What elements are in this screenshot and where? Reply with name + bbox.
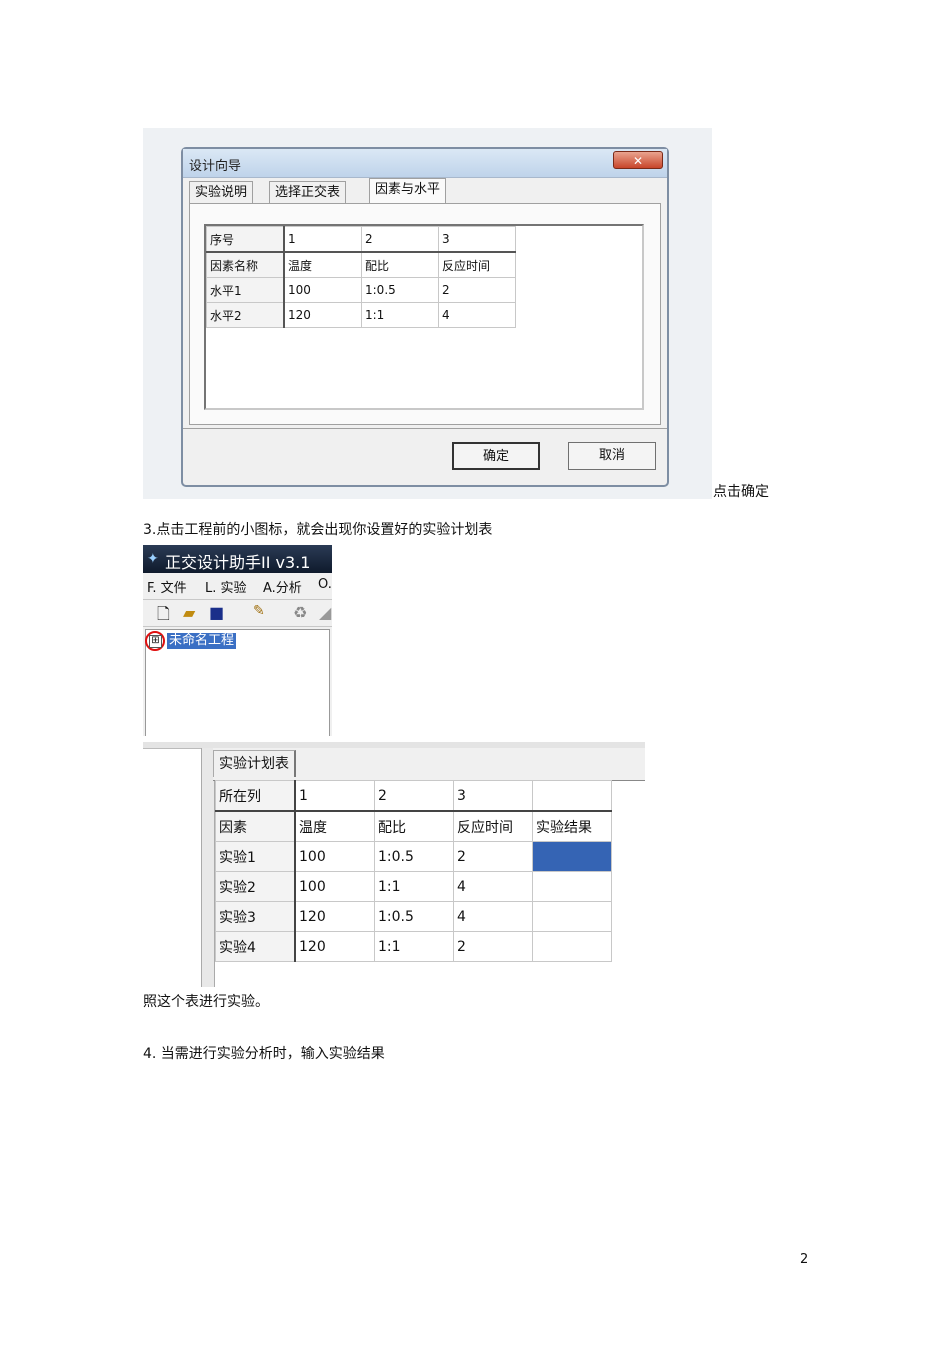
page-number: 2 <box>800 1252 809 1267</box>
plan-screenshot: 实验计划表 所在列 1 2 3 因素 温度 配比 反应时间 实验结果 实验1 1… <box>143 742 645 987</box>
tab-factors-and-levels[interactable]: 因素与水平 <box>369 178 447 203</box>
tab-select-orthogonal-table[interactable]: 选择正交表 <box>269 181 347 203</box>
grid-cell[interactable]: 1:1 <box>374 871 454 902</box>
grid-cell[interactable]: 水平2 <box>206 302 285 328</box>
grid-cell[interactable]: 温度 <box>283 251 362 278</box>
grid-cell[interactable]: 100 <box>294 871 375 902</box>
grid-cell[interactable]: 100 <box>294 841 375 872</box>
grid-cell[interactable]: 4 <box>453 871 533 902</box>
grid-cell[interactable]: 水平1 <box>206 277 285 303</box>
table-row: 实验4 120 1:1 2 <box>215 931 612 962</box>
dialog-titlebar[interactable]: 设计向导 ✕ <box>183 149 667 178</box>
close-button[interactable]: ✕ <box>613 151 663 169</box>
close-icon: ✕ <box>632 154 644 168</box>
grid-cell[interactable]: 4 <box>438 302 516 328</box>
menu-file[interactable]: F. 文件 <box>147 577 187 596</box>
app-logo-icon: ✦ <box>147 551 159 567</box>
grid-cell[interactable]: 实验1 <box>215 841 296 872</box>
grid-cell[interactable]: 实验2 <box>215 871 296 902</box>
app-title: 正交设计助手II v3.1 <box>165 553 311 572</box>
result-cell[interactable] <box>532 871 612 902</box>
grid-cell[interactable]: 2 <box>361 226 439 253</box>
table-row: 所在列 1 2 3 <box>215 780 612 812</box>
save-icon[interactable]: ■ <box>209 603 224 622</box>
table-row: 水平2 120 1:1 4 <box>206 302 516 328</box>
wizard-icon[interactable]: ✎ <box>253 603 265 619</box>
caption-follow-table: 照这个表进行实验。 <box>143 994 269 1010</box>
grid-cell[interactable]: 1:0.5 <box>374 841 454 872</box>
grid-cell[interactable]: 120 <box>294 931 375 962</box>
ok-button[interactable]: 确定 <box>452 442 540 470</box>
grid-cell[interactable]: 3 <box>453 780 533 812</box>
grid-cell[interactable]: 3 <box>438 226 516 253</box>
app-screenshot: ✦ 正交设计助手II v3.1 F. 文件 L. 实验 A.分析 O. 🗋 ▰ … <box>143 545 332 736</box>
grid-cell[interactable]: 配比 <box>374 810 454 842</box>
experiment-plan-table: 所在列 1 2 3 因素 温度 配比 反应时间 实验结果 实验1 100 1:0… <box>215 780 612 962</box>
grid-cell[interactable]: 所在列 <box>215 780 296 812</box>
menu-options[interactable]: O. <box>318 577 332 592</box>
grid-cell[interactable]: 2 <box>438 277 516 303</box>
grid-cell[interactable]: 1 <box>294 780 375 812</box>
grid-cell[interactable]: 120 <box>294 901 375 932</box>
table-row: 实验1 100 1:0.5 2 <box>215 841 612 872</box>
chart-icon[interactable]: ◢ <box>319 603 331 622</box>
design-wizard-dialog: 设计向导 ✕ 实验说明 选择正交表 因素与水平 序号 1 2 3 因素名称 温度… <box>181 147 669 487</box>
grid-cell[interactable]: 反应时间 <box>438 251 516 278</box>
step-4-text: 4. 当需进行实验分析时，输入实验结果 <box>143 1046 385 1062</box>
table-row: 水平1 100 1:0.5 2 <box>206 277 516 303</box>
wizard-screenshot: 设计向导 ✕ 实验说明 选择正交表 因素与水平 序号 1 2 3 因素名称 温度… <box>143 128 712 499</box>
table-row: 因素名称 温度 配比 反应时间 <box>206 251 516 278</box>
splitter-bar[interactable] <box>201 748 215 987</box>
factor-level-grid[interactable]: 序号 1 2 3 因素名称 温度 配比 反应时间 水平1 100 1:0.5 2… <box>204 224 644 410</box>
recycle-icon[interactable]: ♻ <box>293 603 307 622</box>
grid-cell[interactable]: 因素名称 <box>206 251 285 278</box>
step-3-text: 3.点击工程前的小图标，就会出现你设置好的实验计划表 <box>143 522 493 538</box>
tab-experiment-plan[interactable]: 实验计划表 <box>213 750 296 777</box>
factor-level-table: 序号 1 2 3 因素名称 温度 配比 反应时间 水平1 100 1:0.5 2… <box>206 226 516 328</box>
cancel-button[interactable]: 取消 <box>568 442 656 470</box>
grid-cell[interactable]: 配比 <box>361 251 439 278</box>
tab-panel: 序号 1 2 3 因素名称 温度 配比 反应时间 水平1 100 1:0.5 2… <box>189 203 661 425</box>
grid-cell[interactable]: 实验结果 <box>532 810 612 842</box>
grid-cell[interactable]: 序号 <box>206 226 285 253</box>
grid-cell[interactable]: 1:0.5 <box>361 277 439 303</box>
expand-icon[interactable]: ⊞ <box>149 635 162 648</box>
open-folder-icon[interactable]: ▰ <box>183 603 195 622</box>
dialog-divider <box>183 428 667 429</box>
grid-cell[interactable]: 1:0.5 <box>374 901 454 932</box>
grid-cell[interactable]: 2 <box>453 931 533 962</box>
new-file-icon[interactable]: 🗋 <box>157 603 170 630</box>
tab-experiment-description[interactable]: 实验说明 <box>189 181 254 203</box>
grid-cell[interactable]: 2 <box>374 780 454 812</box>
grid-cell[interactable]: 120 <box>283 302 362 328</box>
grid-cell[interactable]: 2 <box>453 841 533 872</box>
menu-experiment[interactable]: L. 实验 <box>205 577 247 596</box>
table-row: 序号 1 2 3 <box>206 226 516 253</box>
table-row: 实验2 100 1:1 4 <box>215 871 612 902</box>
result-cell[interactable] <box>532 931 612 962</box>
grid-cell[interactable]: 实验3 <box>215 901 296 932</box>
grid-cell[interactable] <box>532 780 612 812</box>
grid-cell[interactable]: 因素 <box>215 810 296 842</box>
caption-click-ok: 点击确定 <box>713 484 769 500</box>
grid-cell[interactable]: 1 <box>283 226 362 253</box>
dialog-title: 设计向导 <box>189 159 242 174</box>
grid-cell[interactable]: 100 <box>283 277 362 303</box>
grid-cell[interactable]: 反应时间 <box>453 810 533 842</box>
grid-cell[interactable]: 温度 <box>294 810 375 842</box>
grid-cell[interactable]: 实验4 <box>215 931 296 962</box>
menu-analysis[interactable]: A.分析 <box>263 577 302 596</box>
result-cell[interactable] <box>532 901 612 932</box>
table-row: 因素 温度 配比 反应时间 实验结果 <box>215 810 612 842</box>
grid-cell[interactable]: 4 <box>453 901 533 932</box>
tree-item-project[interactable]: 未命名工程 <box>167 633 237 649</box>
grid-cell[interactable]: 1:1 <box>361 302 439 328</box>
grid-cell[interactable]: 1:1 <box>374 931 454 962</box>
table-row: 实验3 120 1:0.5 4 <box>215 901 612 932</box>
result-cell-selected[interactable] <box>532 841 612 872</box>
